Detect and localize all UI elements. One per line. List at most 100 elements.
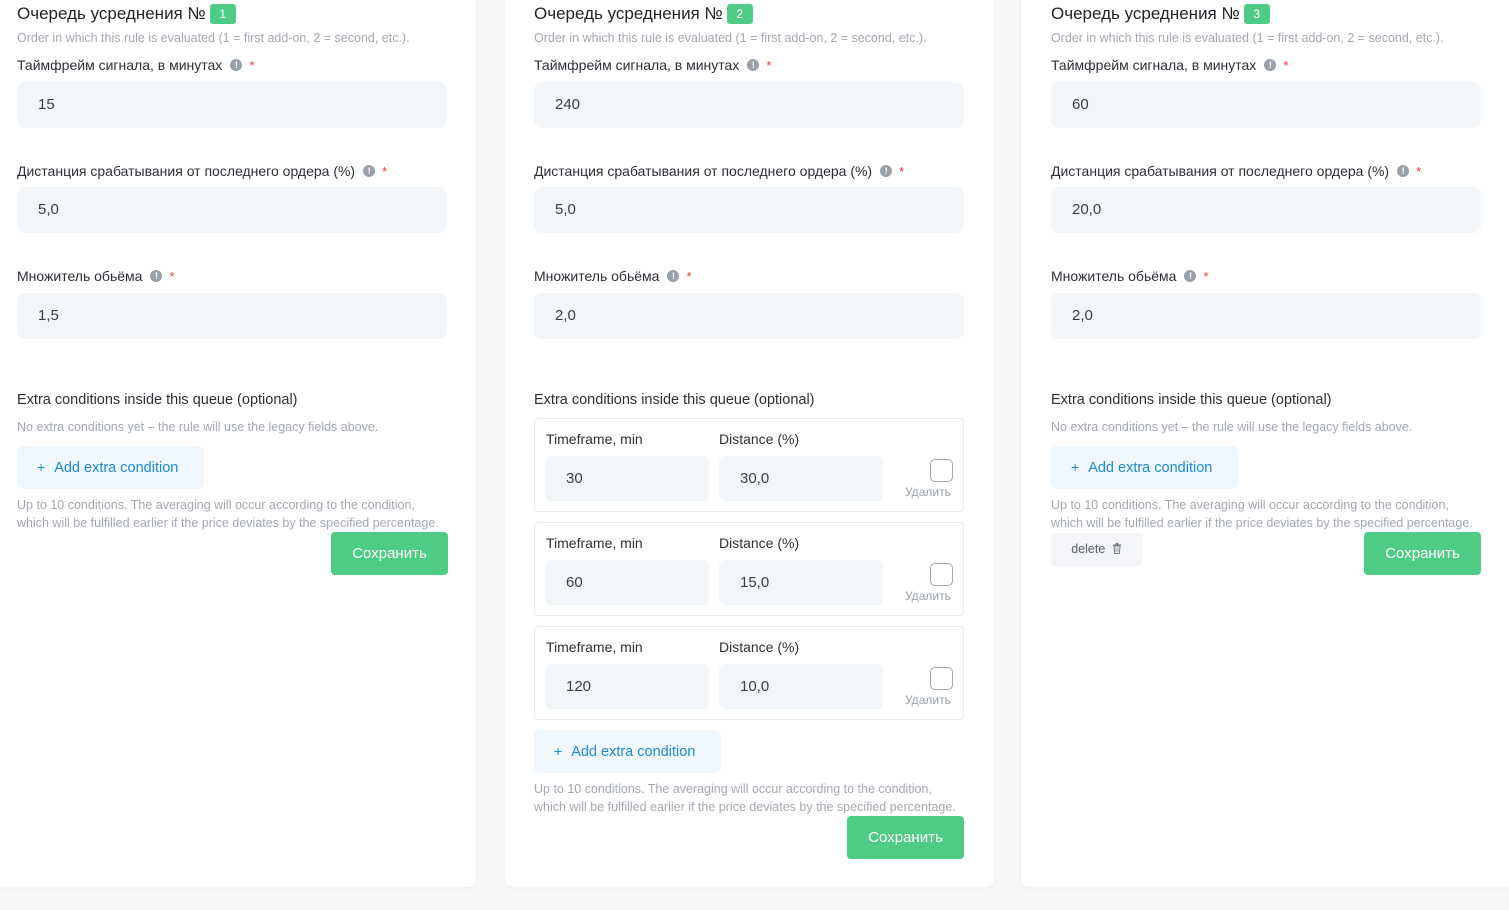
extra-condition-row: Timeframe, min Distance (%) 60 15,0 Удал…	[534, 522, 964, 616]
distance-label: Дистанция срабатывания от последнего орд…	[17, 163, 387, 179]
queue-title-text: Очередь усреднения №	[1051, 4, 1240, 23]
condition-distance-input[interactable]: 30,0	[719, 456, 883, 501]
queue-number-badge: 2	[726, 4, 753, 24]
info-icon[interactable]: !	[667, 270, 680, 282]
delete-queue-button[interactable]: delete	[1051, 533, 1142, 566]
no-extra-conditions-text: No extra conditions yet – the rule will …	[1051, 420, 1413, 434]
save-button[interactable]: Сохранить	[1364, 532, 1481, 575]
add-extra-condition-button[interactable]: + Add extra condition	[17, 446, 204, 489]
distance-input[interactable]: 5,0	[534, 187, 964, 233]
timeframe-label-text: Таймфрейм сигнала, в минутах	[1051, 57, 1257, 73]
info-icon[interactable]: !	[1397, 165, 1410, 177]
queue-title-text: Очередь усреднения №	[534, 4, 723, 23]
condition-delete-label: Удалить	[905, 589, 951, 603]
timeframe-label-text: Таймфрейм сигнала, в минутах	[534, 57, 740, 73]
timeframe-input[interactable]: 240	[534, 82, 964, 128]
timeframe-label-text: Таймфрейм сигнала, в минутах	[17, 57, 223, 73]
distance-label-text: Дистанция срабатывания от последнего орд…	[17, 163, 356, 179]
conditions-hint-line: which will be fulfilled earlier if the p…	[17, 516, 439, 530]
info-icon[interactable]: !	[1264, 59, 1277, 71]
multiplier-label-text: Множитель обьёма	[534, 268, 660, 284]
queue-title: Очередь усреднения № 1	[17, 4, 236, 24]
condition-distance-input[interactable]: 15,0	[719, 560, 883, 605]
no-extra-conditions-text: No extra conditions yet – the rule will …	[17, 420, 379, 434]
queue-order-hint: Order in which this rule is evaluated (1…	[534, 31, 927, 45]
multiplier-input[interactable]: 2,0	[1051, 293, 1481, 339]
required-asterisk: *	[686, 268, 692, 284]
condition-timeframe-label: Timeframe, min	[546, 431, 643, 447]
condition-distance-input[interactable]: 10,0	[719, 664, 883, 709]
plus-icon: +	[1071, 459, 1080, 475]
queue-number-badge: 1	[209, 4, 236, 24]
plus-icon: +	[554, 743, 563, 759]
conditions-hint-line: Up to 10 conditions. The averaging will …	[534, 782, 932, 796]
condition-delete-checkbox[interactable]	[930, 667, 953, 690]
multiplier-input[interactable]: 2,0	[534, 293, 964, 339]
queue-order-hint: Order in which this rule is evaluated (1…	[17, 31, 410, 45]
condition-timeframe-label: Timeframe, min	[546, 639, 643, 655]
condition-delete-checkbox[interactable]	[930, 459, 953, 482]
queue-title-text: Очередь усреднения №	[17, 4, 206, 23]
save-button[interactable]: Сохранить	[847, 816, 964, 859]
multiplier-label: Множитель обьёма ! *	[17, 268, 175, 284]
add-extra-condition-button[interactable]: + Add extra condition	[534, 730, 721, 773]
queue-title: Очередь усреднения № 3	[1051, 4, 1270, 24]
extra-condition-row: Timeframe, min Distance (%) 30 30,0 Удал…	[534, 418, 964, 512]
condition-distance-label: Distance (%)	[719, 431, 800, 447]
conditions-hint: Up to 10 conditions. The averaging will …	[17, 496, 439, 532]
conditions-hint-line: which will be fulfilled earlier if the p…	[534, 800, 956, 814]
info-icon[interactable]: !	[1184, 270, 1197, 282]
condition-delete-label: Удалить	[905, 693, 951, 707]
timeframe-input[interactable]: 15	[17, 82, 447, 128]
info-icon[interactable]: !	[880, 165, 893, 177]
condition-timeframe-label: Timeframe, min	[546, 535, 643, 551]
queue-card-2: Очередь усреднения № 2 Order in which th…	[505, 0, 994, 887]
add-extra-condition-label: Add extra condition	[571, 744, 696, 760]
conditions-hint-line: which will be fulfilled earlier if the p…	[1051, 516, 1473, 530]
required-asterisk: *	[382, 163, 388, 179]
distance-input[interactable]: 20,0	[1051, 187, 1481, 233]
condition-delete-checkbox[interactable]	[930, 563, 953, 586]
required-asterisk: *	[169, 268, 175, 284]
required-asterisk: *	[1203, 268, 1209, 284]
required-asterisk: *	[766, 57, 772, 73]
condition-timeframe-input[interactable]: 120	[545, 664, 709, 709]
timeframe-label: Таймфрейм сигнала, в минутах ! *	[534, 57, 771, 73]
distance-label-text: Дистанция срабатывания от последнего орд…	[534, 163, 873, 179]
delete-label: delete	[1071, 542, 1106, 556]
info-icon[interactable]: !	[363, 165, 376, 177]
conditions-hint: Up to 10 conditions. The averaging will …	[1051, 496, 1473, 532]
condition-distance-label: Distance (%)	[719, 639, 800, 655]
plus-icon: +	[37, 459, 46, 475]
distance-input[interactable]: 5,0	[17, 187, 447, 233]
timeframe-label: Таймфрейм сигнала, в минутах ! *	[1051, 57, 1288, 73]
condition-timeframe-input[interactable]: 60	[545, 560, 709, 605]
save-button[interactable]: Сохранить	[331, 532, 448, 575]
extra-conditions-title: Extra conditions inside this queue (opti…	[534, 392, 815, 408]
info-icon[interactable]: !	[150, 270, 163, 282]
extra-conditions-title: Extra conditions inside this queue (opti…	[17, 392, 298, 408]
condition-delete-label: Удалить	[905, 485, 951, 499]
multiplier-label-text: Множитель обьёма	[1051, 268, 1177, 284]
add-extra-condition-button[interactable]: + Add extra condition	[1051, 446, 1238, 489]
add-extra-condition-label: Add extra condition	[1088, 460, 1213, 476]
timeframe-label: Таймфрейм сигнала, в минутах ! *	[17, 57, 254, 73]
add-extra-condition-label: Add extra condition	[54, 460, 179, 476]
distance-label: Дистанция срабатывания от последнего орд…	[534, 163, 904, 179]
info-icon[interactable]: !	[230, 59, 243, 71]
queue-card-3: Очередь усреднения № 3 Order in which th…	[1021, 0, 1509, 887]
info-icon[interactable]: !	[747, 59, 760, 71]
multiplier-label: Множитель обьёма ! *	[1051, 268, 1209, 284]
conditions-hint-line: Up to 10 conditions. The averaging will …	[17, 498, 415, 512]
distance-label: Дистанция срабатывания от последнего орд…	[1051, 163, 1421, 179]
required-asterisk: *	[249, 57, 255, 73]
distance-label-text: Дистанция срабатывания от последнего орд…	[1051, 163, 1390, 179]
queue-order-hint: Order in which this rule is evaluated (1…	[1051, 31, 1444, 45]
condition-timeframe-input[interactable]: 30	[545, 456, 709, 501]
multiplier-input[interactable]: 1,5	[17, 293, 447, 339]
timeframe-input[interactable]: 60	[1051, 82, 1481, 128]
condition-distance-label: Distance (%)	[719, 535, 800, 551]
required-asterisk: *	[1283, 57, 1289, 73]
queue-card-1: Очередь усреднения № 1 Order in which th…	[0, 0, 476, 887]
trash-icon	[1112, 543, 1121, 554]
